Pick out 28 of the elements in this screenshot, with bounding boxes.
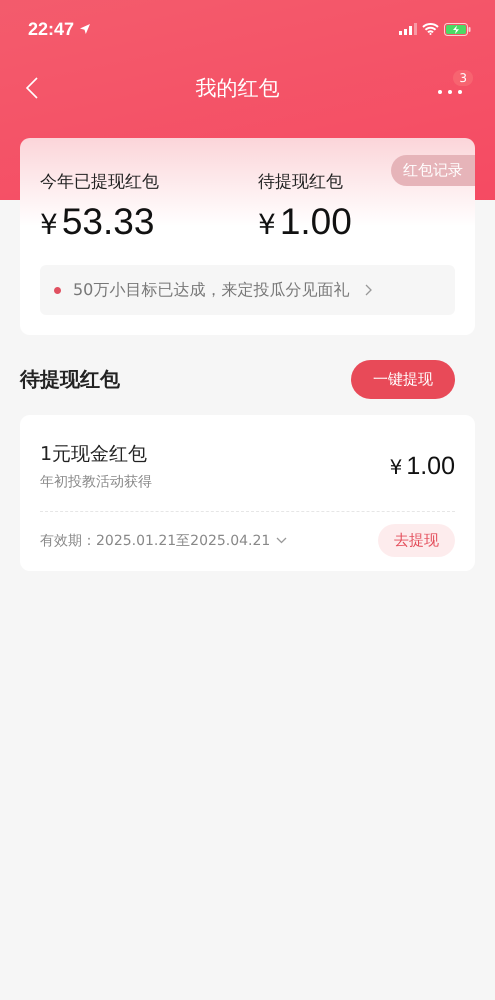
notice-text: 50万小目标已达成，来定投瓜分见面礼 xyxy=(73,280,350,300)
voucher-amount: 1.00 xyxy=(406,452,455,480)
withdraw-button[interactable]: 去提现 xyxy=(378,524,455,557)
chevron-down-icon[interactable] xyxy=(276,537,288,544)
battery-icon xyxy=(444,22,471,36)
stat-amount: 53.33 xyxy=(62,201,154,243)
stat-amount: 1.00 xyxy=(280,201,352,243)
dot-icon xyxy=(54,286,61,294)
more-icon[interactable] xyxy=(437,89,464,95)
page-title: 我的红包 xyxy=(196,75,280,102)
wifi-icon xyxy=(422,23,439,35)
notification-badge: 3 xyxy=(453,70,473,86)
notice-bar[interactable]: 50万小目标已达成，来定投瓜分见面礼 xyxy=(40,265,455,315)
currency-sign: ¥ xyxy=(258,208,276,241)
withdraw-all-button[interactable]: 一键提现 xyxy=(351,360,455,399)
stat-label: 待提现红包 xyxy=(258,171,344,193)
validity-period: 有效期：2025.01.21至2025.04.21 xyxy=(40,532,270,550)
currency-sign: ¥ xyxy=(40,208,58,241)
location-icon xyxy=(79,23,92,35)
currency-sign: ¥ xyxy=(390,454,402,478)
section-title: 待提现红包 xyxy=(20,366,120,393)
signal-icon xyxy=(399,23,417,35)
back-icon[interactable] xyxy=(26,77,38,99)
chevron-right-icon xyxy=(365,284,372,296)
voucher-name: 1元现金红包 xyxy=(40,442,148,467)
voucher-source: 年初投教活动获得 xyxy=(40,473,152,491)
stat-label: 今年已提现红包 xyxy=(40,171,160,193)
status-time: 22:47 xyxy=(28,18,74,40)
